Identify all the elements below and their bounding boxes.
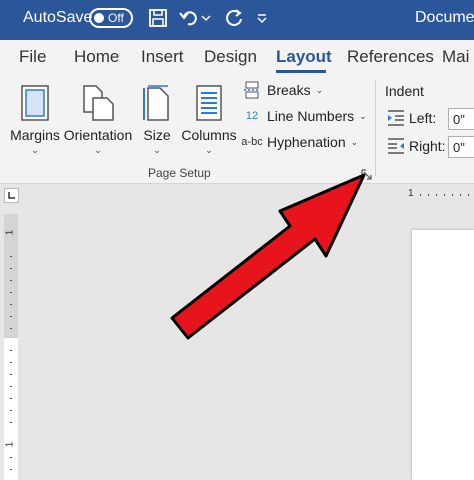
horizontal-ruler-ticks: [420, 194, 469, 196]
chevron-down-icon: ⌄: [315, 84, 324, 95]
indent-left-input[interactable]: [448, 108, 474, 130]
hyphenation-icon: a-bc: [241, 132, 263, 152]
breaks-button[interactable]: Breaks ⌄: [241, 78, 323, 102]
group-separator: [375, 80, 376, 176]
chevron-down-icon: ⌄: [94, 145, 102, 155]
indent-left-row: Left:: [386, 106, 436, 130]
margins-icon: [17, 82, 53, 122]
tab-file[interactable]: File: [19, 47, 46, 67]
indent-right-label: Right:: [409, 138, 446, 154]
active-tab-indicator: [276, 70, 326, 73]
columns-label: Columns: [181, 127, 237, 143]
page-setup-group-label: Page Setup: [148, 166, 211, 180]
line-numbers-button[interactable]: 12 Line Numbers ⌄: [241, 104, 367, 128]
columns-icon: [191, 82, 227, 122]
document-title: Document: [415, 9, 474, 26]
save-icon[interactable]: [146, 6, 170, 30]
margins-label: Margins: [10, 127, 60, 143]
autosave-toggle[interactable]: Off: [89, 8, 133, 28]
tab-home[interactable]: Home: [74, 47, 119, 67]
size-icon: [139, 82, 175, 122]
line-numbers-icon-text: 12: [245, 109, 259, 122]
indent-title: Indent: [385, 83, 424, 99]
autosave-label: AutoSave: [23, 9, 93, 26]
margins-button[interactable]: Margins ⌄: [10, 82, 60, 160]
horizontal-ruler: [0, 184, 474, 206]
document-page[interactable]: [412, 230, 474, 480]
indent-right-input[interactable]: [448, 136, 474, 158]
title-bar: AutoSave Off Document: [0, 0, 474, 40]
orientation-icon: [80, 82, 116, 122]
tab-references[interactable]: References: [347, 47, 434, 67]
ribbon-layout: Margins ⌄ Orientation ⌄ Size ⌄ Columns ⌄…: [0, 74, 474, 184]
tab-stop-selector[interactable]: [4, 188, 19, 203]
line-numbers-label: Line Numbers: [267, 108, 355, 124]
tab-design[interactable]: Design: [204, 47, 257, 67]
autosave-state: Off: [108, 11, 124, 25]
chevron-down-icon: ⌄: [350, 136, 359, 147]
document-canvas[interactable]: [22, 206, 474, 480]
hyphenation-icon-text: a-bc: [241, 136, 263, 148]
chevron-down-icon: ⌄: [153, 145, 161, 155]
hyphenation-button[interactable]: a-bc Hyphenation ⌄: [241, 130, 358, 154]
columns-button[interactable]: Columns ⌄: [181, 82, 237, 160]
indent-right-icon: [386, 137, 406, 155]
customize-toolbar-icon[interactable]: [254, 6, 270, 30]
breaks-icon: [241, 80, 263, 100]
size-button[interactable]: Size ⌄: [142, 82, 172, 160]
redo-icon[interactable]: [222, 6, 246, 30]
size-label: Size: [143, 127, 171, 143]
tab-layout[interactable]: Layout: [276, 47, 332, 67]
ribbon-tabs: File Home Insert Design Layout Reference…: [0, 40, 474, 74]
chevron-down-icon: ⌄: [205, 145, 213, 155]
chevron-down-icon: ⌄: [359, 110, 367, 121]
undo-dropdown-icon[interactable]: [199, 6, 213, 30]
chevron-down-icon: ⌄: [31, 145, 39, 155]
toggle-knob: [94, 13, 104, 23]
tab-insert[interactable]: Insert: [141, 47, 184, 67]
vertical-ruler-ticks: [10, 256, 12, 470]
tab-mailings[interactable]: Mai: [442, 47, 469, 67]
horizontal-ruler-digit: 1: [408, 188, 414, 199]
orientation-button[interactable]: Orientation ⌄: [62, 82, 134, 160]
indent-left-label: Left:: [409, 110, 437, 126]
breaks-label: Breaks: [267, 82, 311, 98]
line-numbers-icon: 12: [241, 106, 263, 126]
orientation-label: Orientation: [63, 127, 133, 143]
page-setup-dialog-launcher-icon[interactable]: [361, 168, 373, 180]
hyphenation-label: Hyphenation: [267, 134, 346, 150]
indent-right-row: Right:: [386, 134, 446, 158]
vertical-ruler-digit: 1: [4, 229, 16, 236]
indent-left-icon: [386, 109, 406, 127]
